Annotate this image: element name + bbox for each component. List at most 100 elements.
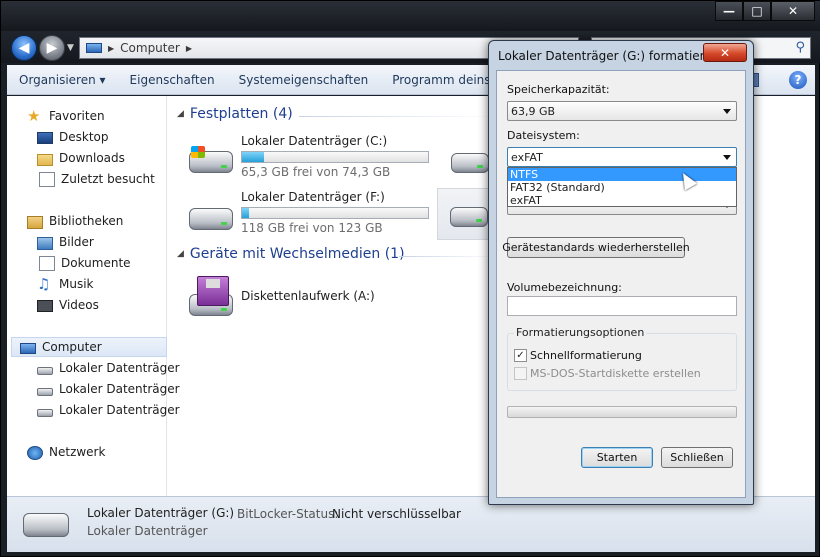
filesystem-dropdown-list: NTFS FAT32 (Standard) exFAT: [507, 167, 737, 207]
forward-button[interactable]: ▶: [39, 35, 65, 61]
drive-usage-fill: [242, 208, 250, 218]
sidebar-item-label: Favoriten: [49, 109, 105, 123]
sidebar-item-label: Computer: [42, 340, 102, 354]
collapse-icon: ◢: [177, 249, 184, 259]
msdos-boot-checkbox[interactable]: [514, 367, 527, 380]
sidebar-item-documents[interactable]: Dokumente: [37, 253, 131, 273]
restore-defaults-button[interactable]: Gerätestandards wiederherstellen: [502, 237, 690, 258]
network-icon: [27, 445, 43, 460]
sidebar-item-label: Dokumente: [61, 256, 131, 270]
sidebar-item-drive-g[interactable]: Lokaler Datenträger: [37, 400, 180, 420]
sidebar-item-network[interactable]: Netzwerk: [27, 442, 105, 462]
quick-format-checkbox[interactable]: ✓: [514, 349, 527, 362]
sidebar-item-drive-c[interactable]: Lokaler Datenträger: [37, 358, 180, 378]
sidebar-item-label: Desktop: [59, 130, 109, 144]
recent-pages-dropdown[interactable]: ▼: [67, 43, 74, 53]
close-button[interactable]: ✕: [771, 1, 815, 21]
sidebar-item-recent[interactable]: Zuletzt besucht: [37, 169, 155, 189]
window-controls: — □ ✕: [715, 1, 815, 21]
minimize-button[interactable]: —: [715, 1, 743, 21]
chevron-down-icon: [723, 155, 731, 160]
sidebar-item-computer[interactable]: Computer: [11, 337, 167, 357]
sidebar-item-downloads[interactable]: Downloads: [37, 148, 125, 168]
music-icon: ♫: [37, 275, 51, 293]
arrow-left-icon: ◀: [18, 40, 30, 56]
capacity-label: Speicherkapazität:: [507, 83, 610, 96]
sidebar-item-label: Bilder: [59, 235, 94, 249]
desktop-icon: [37, 132, 53, 144]
filesystem-option-ntfs[interactable]: NTFS: [508, 168, 736, 181]
format-options-title: Formatierungsoptionen: [514, 326, 647, 339]
sidebar-item-label: Lokaler Datenträger: [59, 382, 180, 396]
drive-name: Lokaler Datenträger (F:): [241, 190, 385, 204]
sidebar-item-desktop[interactable]: Desktop: [37, 127, 109, 147]
breadcrumb-computer[interactable]: Computer: [120, 41, 180, 55]
dialog-title: Lokaler Datenträger (G:) formatieren: [498, 49, 720, 63]
sidebar-item-music[interactable]: ♫ Musik: [37, 274, 94, 294]
windows-logo-icon: [191, 146, 205, 158]
navigation-pane: ★ Favoriten Desktop Downloads Zuletzt be…: [7, 96, 180, 496]
volume-label-input[interactable]: [507, 296, 737, 316]
properties-button[interactable]: Eigenschaften: [118, 73, 227, 87]
drive-icon: [37, 366, 53, 375]
hard-drive-icon[interactable]: [451, 153, 489, 173]
sidebar-item-favorites[interactable]: ★ Favoriten: [27, 106, 105, 126]
pictures-icon: [37, 236, 53, 250]
volume-label-label: Volumebezeichnung:: [507, 281, 622, 294]
computer-icon: [20, 342, 36, 354]
sidebar-item-label: Musik: [59, 277, 94, 291]
breadcrumb-separator-icon: ▶: [185, 43, 192, 53]
filesystem-select[interactable]: exFAT: [507, 147, 737, 167]
capacity-select[interactable]: 63,9 GB: [507, 101, 737, 121]
drive-name: Diskettenlaufwerk (A:): [241, 289, 375, 303]
maximize-button[interactable]: □: [743, 1, 771, 21]
format-options-group: Formatierungsoptionen ✓ Schnellformatier…: [507, 326, 737, 391]
sidebar-item-label: Videos: [59, 298, 99, 312]
sidebar-item-label: Netzwerk: [49, 445, 106, 459]
drive-usage-bar: [241, 207, 429, 219]
filesystem-option-fat32[interactable]: FAT32 (Standard): [508, 181, 736, 194]
title-bar: — □ ✕: [1, 1, 820, 31]
dialog-body: Speicherkapazität: 63,9 GB Dateisystem: …: [496, 70, 746, 498]
capacity-value: 63,9 GB: [511, 104, 556, 118]
group-header-hard-drives[interactable]: ◢ Festplatten (4): [177, 106, 293, 122]
bitlocker-status-label: BitLocker-Status:: [237, 507, 339, 521]
collapse-icon: ◢: [177, 109, 184, 119]
start-button[interactable]: Starten: [581, 447, 653, 468]
group-title: Festplatten (4): [189, 106, 293, 122]
dialog-close-button[interactable]: ✕: [703, 43, 747, 62]
organize-menu[interactable]: Organisieren ▾: [7, 73, 118, 87]
drive-usage-fill: [242, 152, 265, 162]
checkmark-icon: ✓: [516, 350, 525, 361]
drive-free-space: 118 GB frei von 123 GB: [241, 221, 383, 235]
sidebar-item-label: Zuletzt besucht: [61, 172, 155, 186]
selected-item-type: Lokaler Datenträger: [87, 524, 208, 538]
group-title: Geräte mit Wechselmedien (1): [189, 246, 405, 262]
back-button[interactable]: ◀: [11, 35, 37, 61]
group-divider: [299, 116, 499, 117]
sidebar-item-label: Lokaler Datenträger: [59, 361, 180, 375]
close-dialog-button[interactable]: Schließen: [661, 447, 733, 468]
sidebar-item-drive-f[interactable]: Lokaler Datenträger: [37, 379, 180, 399]
recent-places-icon: [39, 171, 55, 187]
libraries-icon: [27, 215, 43, 229]
group-header-removable[interactable]: ◢ Geräte mit Wechselmedien (1): [177, 246, 405, 262]
drive-usage-bar: [241, 151, 429, 163]
filesystem-label: Dateisystem:: [507, 129, 580, 142]
filesystem-option-exfat[interactable]: exFAT: [508, 194, 736, 207]
format-dialog: Lokaler Datenträger (G:) formatieren ✕ S…: [488, 40, 754, 505]
bitlocker-status-value: Nicht verschlüsselbar: [332, 507, 461, 521]
help-icon[interactable]: ?: [789, 71, 807, 89]
videos-icon: [37, 300, 53, 312]
sidebar-item-pictures[interactable]: Bilder: [37, 232, 94, 252]
msdos-boot-label: MS-DOS-Startdiskette erstellen: [530, 367, 701, 380]
sidebar-item-libraries[interactable]: Bibliotheken: [27, 211, 123, 231]
sidebar-item-label: Bibliotheken: [49, 214, 124, 228]
hard-drive-icon: [450, 207, 488, 227]
system-properties-button[interactable]: Systemeigenschaften: [227, 73, 381, 87]
floppy-disk-icon: [197, 276, 229, 306]
search-icon: ⚲: [795, 40, 805, 55]
group-divider: [399, 256, 499, 257]
drive-icon: [37, 387, 53, 396]
sidebar-item-videos[interactable]: Videos: [37, 295, 99, 315]
